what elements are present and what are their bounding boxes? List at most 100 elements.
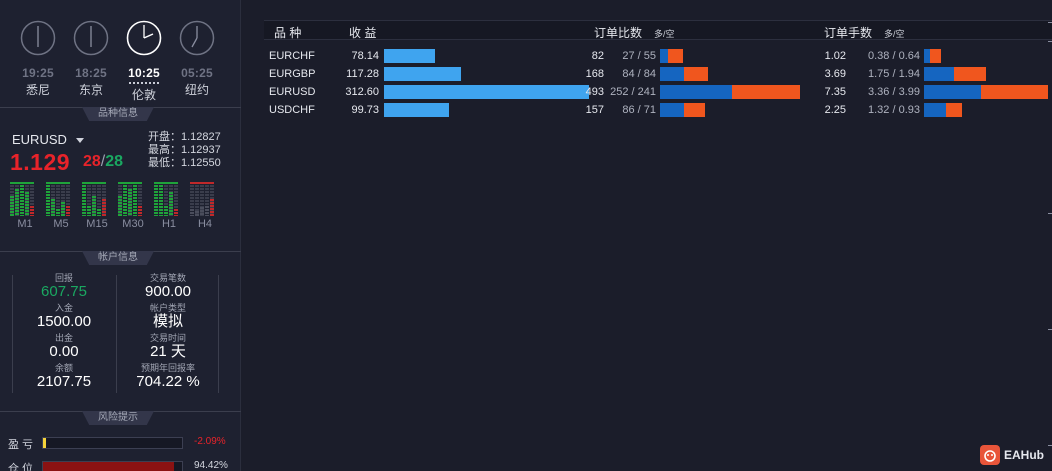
stat-value: 0.00 [49, 343, 79, 360]
symbol-selector[interactable]: EURUSD [12, 132, 84, 147]
section-symbol-info: 品种信息 [0, 107, 241, 121]
clock-face-icon [126, 20, 162, 56]
price-main: 1.129 [10, 149, 71, 175]
row-lots-ratio: 1.75 / 1.94 [868, 68, 920, 80]
risk-bar-fill [43, 462, 175, 471]
row-lots: 2.25 [824, 104, 846, 116]
meter-fill [97, 209, 101, 216]
timeframe-signal-bars: M1 M5 M15 M30 H1 H4 [10, 182, 224, 234]
meter-fill [61, 202, 65, 216]
timeframe-label: H4 [197, 218, 213, 230]
header-symbol: 品 种 [274, 26, 302, 40]
section-risk: 风险提示 [0, 411, 241, 425]
world-clocks: 19:25 悉尼 18:25 东京 10:25 伦敦 05:25 纽约 [14, 20, 234, 103]
meter-fill [133, 182, 137, 216]
stat-trades: 交易笔数 900.00 [118, 273, 218, 300]
bid-pips: 28 [83, 153, 101, 170]
stat-value: 704.22 % [136, 373, 200, 390]
row-orders: 157 [585, 104, 604, 116]
meter-columns [46, 182, 76, 216]
meter-cap [190, 182, 214, 184]
table-row[interactable]: EURGBP 117.28 168 84 / 84 3.69 1.75 / 1.94 [264, 66, 1052, 84]
row-profit: 117.28 [346, 68, 379, 80]
row-lots-ratio: 1.32 / 0.93 [868, 104, 920, 116]
meter-fill [102, 199, 106, 216]
profit-bar [384, 85, 589, 99]
header-order-ratio-sub: 多/空 [654, 29, 675, 39]
meter-fill [123, 182, 127, 216]
row-symbol: EURCHF [269, 50, 315, 62]
stat-value: 607.75 [41, 283, 87, 300]
clock-time: 19:25 [22, 66, 54, 80]
row-lots-ratio: 0.38 / 0.64 [868, 50, 920, 62]
timeframe-meter[interactable]: M1 [10, 182, 40, 230]
meter-fill [82, 182, 86, 216]
chevron-down-icon [75, 138, 84, 144]
scroll-ticks [1048, 0, 1052, 471]
price-pips: 28/28 [83, 153, 123, 171]
meter-fill [159, 185, 163, 216]
stat-value: 21 天 [150, 343, 186, 360]
stat-trading-time: 交易时间 21 天 [118, 333, 218, 360]
row-symbol: USDCHF [269, 104, 315, 116]
orders-long-bar [660, 49, 668, 63]
open-price: 开盘：1.12827 [148, 131, 221, 143]
stat-label: 帐户类型 [149, 303, 186, 313]
high-price: 最高：1.12937 [148, 144, 221, 156]
profit-bar [384, 49, 436, 63]
row-profit: 78.14 [351, 50, 379, 62]
orders-short-bar [667, 49, 684, 63]
meter-fill [154, 182, 158, 216]
lots-short-bar [946, 103, 962, 117]
stat-withdraw: 出金 0.00 [14, 333, 114, 360]
meter-fill [200, 207, 204, 216]
row-lots-ratio: 3.36 / 3.99 [868, 86, 920, 98]
timeframe-meter[interactable]: M30 [118, 182, 148, 230]
row-lots: 3.69 [824, 68, 846, 80]
eahub-logo: EAHub [980, 445, 1044, 465]
active-clock-indicator [129, 82, 159, 85]
orders-long-bar [660, 85, 732, 99]
row-lots: 7.35 [824, 86, 846, 98]
tick [1048, 329, 1052, 330]
timeframe-meter[interactable]: M5 [46, 182, 76, 230]
stat-annual-return: 预期年回报率 704.22 % [118, 363, 218, 390]
timeframe-label: M15 [86, 218, 108, 230]
table-row[interactable]: EURUSD 312.60 493 252 / 241 7.35 3.36 / 3.99 [264, 84, 1052, 102]
stat-value: 2107.75 [36, 373, 92, 390]
meter-fill [118, 196, 122, 216]
clock-city: 伦敦 [131, 88, 156, 102]
table-row[interactable]: USDCHF 99.73 157 86 / 71 2.25 1.32 / 0.93 [264, 102, 1052, 120]
clock-time: 18:25 [75, 66, 107, 80]
row-orders: 168 [585, 68, 604, 80]
meter-fill [164, 206, 168, 216]
stat-balance: 余额 2107.75 [14, 363, 114, 390]
meter-fill [138, 206, 142, 216]
meter-fill [20, 182, 24, 216]
stat-label: 入金 [54, 303, 73, 313]
table-row[interactable]: EURCHF 78.14 82 27 / 55 1.02 0.38 / 0.64 [264, 48, 1052, 66]
clock-time: 10:25 [128, 66, 160, 80]
stat-deposit: 入金 1500.00 [14, 303, 114, 330]
stat-value: 模拟 [152, 313, 183, 330]
clock-london[interactable]: 10:25 伦敦 [124, 20, 164, 103]
clock-tokyo: 18:25 东京 [71, 20, 111, 98]
timeframe-meter[interactable]: M15 [82, 182, 112, 230]
clock-city: 东京 [78, 83, 103, 97]
meter-fill [46, 182, 50, 216]
lots-short-bar [953, 67, 987, 81]
timeframe-meter[interactable]: H1 [154, 182, 184, 230]
meter-fill [10, 196, 14, 216]
clock-face-icon [179, 20, 215, 56]
section-account-info: 帐户信息 [0, 251, 241, 265]
risk-position: 仓 位 94.42% [8, 460, 233, 471]
row-orders: 82 [591, 50, 604, 62]
risk-percent: -2.09% [194, 436, 226, 447]
lots-long-bar [924, 85, 981, 99]
clock-time: 05:25 [181, 66, 213, 80]
timeframe-label: H1 [161, 218, 177, 230]
header-order-ratio: 订单比数 [594, 26, 643, 40]
lots-long-bar [924, 67, 954, 81]
timeframe-meter[interactable]: H4 [190, 182, 220, 230]
section-title: 帐户信息 [82, 251, 154, 265]
